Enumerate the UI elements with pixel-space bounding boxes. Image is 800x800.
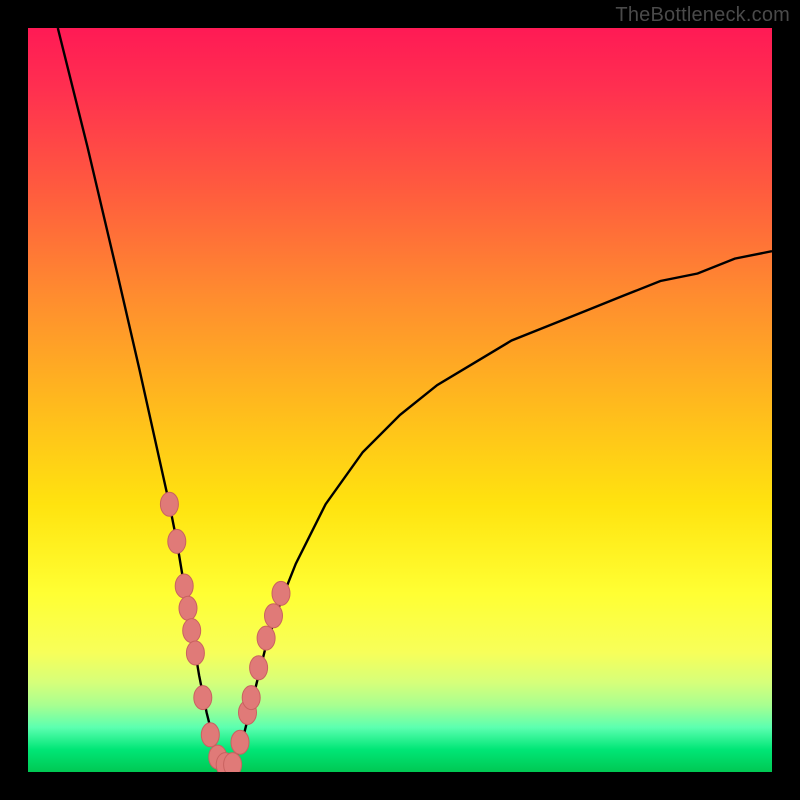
- data-marker: [242, 686, 260, 710]
- data-marker: [186, 641, 204, 665]
- data-marker: [160, 492, 178, 516]
- data-marker: [183, 619, 201, 643]
- chart-frame: [0, 0, 800, 800]
- bottleneck-curve: [58, 28, 772, 765]
- data-marker: [250, 656, 268, 680]
- data-marker: [257, 626, 275, 650]
- data-marker: [175, 574, 193, 598]
- data-marker: [179, 596, 197, 620]
- marker-group: [160, 492, 290, 772]
- data-marker: [272, 581, 290, 605]
- data-marker: [265, 604, 283, 628]
- data-marker: [168, 529, 186, 553]
- data-marker: [201, 723, 219, 747]
- bottleneck-plot: [28, 28, 772, 772]
- data-marker: [231, 730, 249, 754]
- watermark-text: TheBottleneck.com: [615, 4, 790, 27]
- data-marker: [224, 753, 242, 772]
- data-marker: [194, 686, 212, 710]
